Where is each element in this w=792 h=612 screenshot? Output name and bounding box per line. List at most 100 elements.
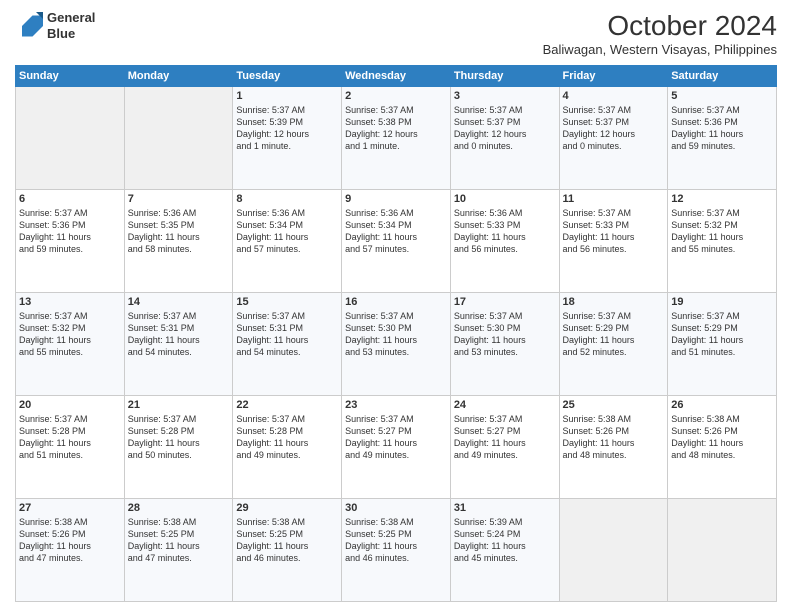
day-number: 14 bbox=[128, 296, 230, 308]
calendar-cell: 11Sunrise: 5:37 AM Sunset: 5:33 PM Dayli… bbox=[559, 190, 668, 293]
day-number: 19 bbox=[671, 296, 773, 308]
day-number: 3 bbox=[454, 90, 556, 102]
cell-content: Sunrise: 5:37 AM Sunset: 5:29 PM Dayligh… bbox=[563, 310, 665, 359]
logo-line2: Blue bbox=[47, 26, 95, 42]
cell-content: Sunrise: 5:37 AM Sunset: 5:36 PM Dayligh… bbox=[671, 104, 773, 153]
day-number: 26 bbox=[671, 399, 773, 411]
calendar-cell bbox=[668, 499, 777, 602]
calendar-cell: 2Sunrise: 5:37 AM Sunset: 5:38 PM Daylig… bbox=[342, 87, 451, 190]
cell-content: Sunrise: 5:38 AM Sunset: 5:26 PM Dayligh… bbox=[563, 413, 665, 462]
calendar-cell: 25 Sunrise: 5:38 AM Sunset: 5:26 PM Dayli… bbox=[559, 396, 668, 499]
day-number: 15 bbox=[236, 296, 338, 308]
cell-content: Sunrise: 5:37 AM Sunset: 5:30 PM Dayligh… bbox=[454, 310, 556, 359]
calendar-cell: 8 Sunrise: 5:36 AM Sunset: 5:34 PM Daylig… bbox=[233, 190, 342, 293]
week-row-3: 20 Sunrise: 5:37 AM Sunset: 5:28 PM Dayli… bbox=[16, 396, 777, 499]
day-number: 29 bbox=[236, 502, 338, 514]
week-row-0: 1 Sunrise: 5:37 AM Sunset: 5:39 PM Daylig… bbox=[16, 87, 777, 190]
day-number: 16 bbox=[345, 296, 447, 308]
day-number: 23 bbox=[345, 399, 447, 411]
day-number: 20 bbox=[19, 399, 121, 411]
calendar-cell: 19 Sunrise: 5:37 AM Sunset: 5:29 PM Dayli… bbox=[668, 293, 777, 396]
day-number: 8 bbox=[236, 193, 338, 205]
cell-content: Sunrise: 5:37 AM Sunset: 5:38 PM Dayligh… bbox=[345, 104, 447, 153]
day-number: 25 bbox=[563, 399, 665, 411]
cell-content: Sunrise: 5:37 AM Sunset: 5:31 PM Dayligh… bbox=[236, 310, 338, 359]
calendar-cell: 9Sunrise: 5:36 AM Sunset: 5:34 PM Daylig… bbox=[342, 190, 451, 293]
calendar-cell: 21 Sunrise: 5:37 AM Sunset: 5:28 PM Dayli… bbox=[124, 396, 233, 499]
calendar-cell: 28Sunrise: 5:38 AM Sunset: 5:25 PM Dayli… bbox=[124, 499, 233, 602]
calendar-cell: 26 Sunrise: 5:38 AM Sunset: 5:26 PM Dayli… bbox=[668, 396, 777, 499]
day-number: 17 bbox=[454, 296, 556, 308]
day-number: 21 bbox=[128, 399, 230, 411]
day-number: 24 bbox=[454, 399, 556, 411]
day-number: 7 bbox=[128, 193, 230, 205]
title-block: October 2024 Baliwagan, Western Visayas,… bbox=[543, 10, 777, 57]
day-number: 6 bbox=[19, 193, 121, 205]
day-number: 27 bbox=[19, 502, 121, 514]
cell-content: Sunrise: 5:36 AM Sunset: 5:33 PM Dayligh… bbox=[454, 207, 556, 256]
calendar-cell bbox=[124, 87, 233, 190]
month-title: October 2024 bbox=[543, 10, 777, 42]
header-cell-saturday: Saturday bbox=[668, 66, 777, 87]
calendar-cell bbox=[16, 87, 125, 190]
page: General Blue October 2024 Baliwagan, Wes… bbox=[0, 0, 792, 612]
header-cell-tuesday: Tuesday bbox=[233, 66, 342, 87]
cell-content: Sunrise: 5:37 AM Sunset: 5:36 PM Dayligh… bbox=[19, 207, 121, 256]
calendar-cell: 22Sunrise: 5:37 AM Sunset: 5:28 PM Dayli… bbox=[233, 396, 342, 499]
cell-content: Sunrise: 5:38 AM Sunset: 5:26 PM Dayligh… bbox=[671, 413, 773, 462]
calendar-table: SundayMondayTuesdayWednesdayThursdayFrid… bbox=[15, 65, 777, 602]
day-number: 30 bbox=[345, 502, 447, 514]
header-cell-sunday: Sunday bbox=[16, 66, 125, 87]
subtitle: Baliwagan, Western Visayas, Philippines bbox=[543, 42, 777, 57]
header-cell-wednesday: Wednesday bbox=[342, 66, 451, 87]
cell-content: Sunrise: 5:37 AM Sunset: 5:30 PM Dayligh… bbox=[345, 310, 447, 359]
calendar-cell: 24 Sunrise: 5:37 AM Sunset: 5:27 PM Dayli… bbox=[450, 396, 559, 499]
header: General Blue October 2024 Baliwagan, Wes… bbox=[15, 10, 777, 57]
day-number: 12 bbox=[671, 193, 773, 205]
week-row-4: 27 Sunrise: 5:38 AM Sunset: 5:26 PM Dayli… bbox=[16, 499, 777, 602]
cell-content: Sunrise: 5:36 AM Sunset: 5:35 PM Dayligh… bbox=[128, 207, 230, 256]
day-number: 18 bbox=[563, 296, 665, 308]
calendar-cell: 16 Sunrise: 5:37 AM Sunset: 5:30 PM Dayli… bbox=[342, 293, 451, 396]
day-number: 31 bbox=[454, 502, 556, 514]
cell-content: Sunrise: 5:36 AM Sunset: 5:34 PM Dayligh… bbox=[236, 207, 338, 256]
cell-content: Sunrise: 5:37 AM Sunset: 5:31 PM Dayligh… bbox=[128, 310, 230, 359]
logo-text: General Blue bbox=[47, 10, 95, 41]
cell-content: Sunrise: 5:37 AM Sunset: 5:29 PM Dayligh… bbox=[671, 310, 773, 359]
cell-content: Sunrise: 5:37 AM Sunset: 5:27 PM Dayligh… bbox=[454, 413, 556, 462]
cell-content: Sunrise: 5:37 AM Sunset: 5:32 PM Dayligh… bbox=[671, 207, 773, 256]
week-row-1: 6 Sunrise: 5:37 AM Sunset: 5:36 PM Daylig… bbox=[16, 190, 777, 293]
calendar-cell: 18 Sunrise: 5:37 AM Sunset: 5:29 PM Dayli… bbox=[559, 293, 668, 396]
calendar-cell: 17 Sunrise: 5:37 AM Sunset: 5:30 PM Dayli… bbox=[450, 293, 559, 396]
day-number: 28 bbox=[128, 502, 230, 514]
day-number: 10 bbox=[454, 193, 556, 205]
cell-content: Sunrise: 5:37 AM Sunset: 5:28 PM Dayligh… bbox=[19, 413, 121, 462]
calendar-cell: 1 Sunrise: 5:37 AM Sunset: 5:39 PM Daylig… bbox=[233, 87, 342, 190]
calendar-cell: 3Sunrise: 5:37 AM Sunset: 5:37 PM Daylig… bbox=[450, 87, 559, 190]
logo-icon bbox=[15, 12, 43, 40]
cell-content: Sunrise: 5:38 AM Sunset: 5:25 PM Dayligh… bbox=[345, 516, 447, 565]
calendar-cell: 27 Sunrise: 5:38 AM Sunset: 5:26 PM Dayli… bbox=[16, 499, 125, 602]
cell-content: Sunrise: 5:36 AM Sunset: 5:34 PM Dayligh… bbox=[345, 207, 447, 256]
header-row: SundayMondayTuesdayWednesdayThursdayFrid… bbox=[16, 66, 777, 87]
day-number: 22 bbox=[236, 399, 338, 411]
cell-content: Sunrise: 5:37 AM Sunset: 5:39 PM Dayligh… bbox=[236, 104, 338, 153]
cell-content: Sunrise: 5:37 AM Sunset: 5:28 PM Dayligh… bbox=[128, 413, 230, 462]
day-number: 1 bbox=[236, 90, 338, 102]
calendar-cell: 15 Sunrise: 5:37 AM Sunset: 5:31 PM Dayli… bbox=[233, 293, 342, 396]
calendar-cell: 31Sunrise: 5:39 AM Sunset: 5:24 PM Dayli… bbox=[450, 499, 559, 602]
calendar-cell: 6 Sunrise: 5:37 AM Sunset: 5:36 PM Daylig… bbox=[16, 190, 125, 293]
cell-content: Sunrise: 5:38 AM Sunset: 5:25 PM Dayligh… bbox=[236, 516, 338, 565]
calendar-cell: 30 Sunrise: 5:38 AM Sunset: 5:25 PM Dayli… bbox=[342, 499, 451, 602]
cell-content: Sunrise: 5:37 AM Sunset: 5:33 PM Dayligh… bbox=[563, 207, 665, 256]
logo: General Blue bbox=[15, 10, 95, 41]
calendar-cell: 4Sunrise: 5:37 AM Sunset: 5:37 PM Daylig… bbox=[559, 87, 668, 190]
header-cell-friday: Friday bbox=[559, 66, 668, 87]
cell-content: Sunrise: 5:38 AM Sunset: 5:26 PM Dayligh… bbox=[19, 516, 121, 565]
calendar-cell: 20 Sunrise: 5:37 AM Sunset: 5:28 PM Dayli… bbox=[16, 396, 125, 499]
calendar-cell: 7 Sunrise: 5:36 AM Sunset: 5:35 PM Daylig… bbox=[124, 190, 233, 293]
header-cell-monday: Monday bbox=[124, 66, 233, 87]
calendar-cell: 13Sunrise: 5:37 AM Sunset: 5:32 PM Dayli… bbox=[16, 293, 125, 396]
header-cell-thursday: Thursday bbox=[450, 66, 559, 87]
calendar-cell: 29 Sunrise: 5:38 AM Sunset: 5:25 PM Dayli… bbox=[233, 499, 342, 602]
